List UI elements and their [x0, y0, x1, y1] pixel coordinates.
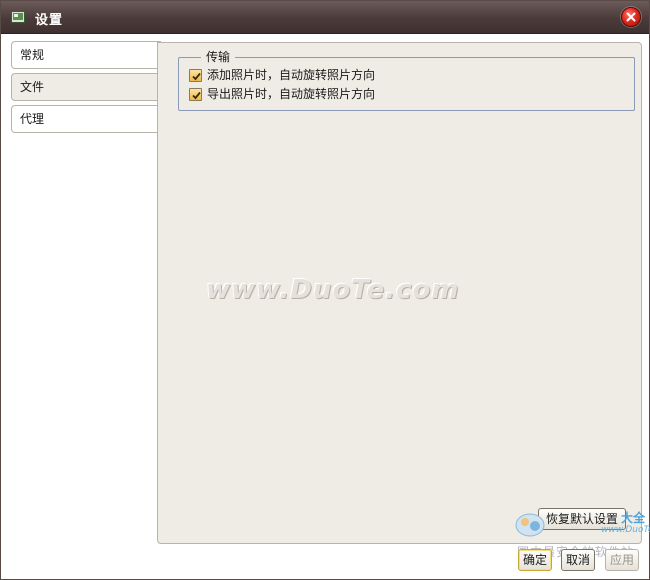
sidebar-item-label: 代理 [20, 112, 45, 126]
rotate-on-export-checkbox[interactable] [189, 87, 202, 101]
logo-text-url: www.DuoTe.com [601, 525, 650, 535]
sidebar-item-label: 常规 [20, 48, 45, 62]
apply-button[interactable]: 应用 [605, 549, 639, 571]
sidebar-item-label: 文件 [20, 80, 45, 94]
cancel-button[interactable]: 取消 [561, 549, 595, 571]
ok-button[interactable]: 确定 [518, 549, 552, 571]
close-button[interactable] [621, 7, 641, 27]
rotate-on-export-label: 导出照片时，自动旋转照片方向 [207, 87, 376, 101]
sidebar-item-general[interactable]: 常规 [11, 41, 161, 69]
close-icon [626, 12, 636, 22]
checkmark-icon [192, 91, 201, 99]
window-title: 设置 [35, 13, 64, 28]
groupbox-title: 传输 [201, 50, 236, 64]
checkmark-icon [192, 72, 201, 80]
title-bar[interactable]: 设置 [1, 1, 649, 34]
rotate-on-export-option[interactable]: 导出照片时，自动旋转照片方向 [189, 86, 375, 102]
app-icon [11, 11, 25, 23]
transfer-groupbox: 传输 添加照片时，自动旋转照片方向 导出照片时，自动旋转照片方向 [178, 50, 635, 111]
site-logo-icon [515, 513, 545, 537]
settings-window: 设置 常规 文件 代理 传输 添加照片时，自动旋转照片方向 导出照片时，自动旋转… [0, 0, 650, 580]
rotate-on-add-option[interactable]: 添加照片时，自动旋转照片方向 [189, 67, 375, 83]
rotate-on-add-checkbox[interactable] [189, 68, 202, 82]
logo-text-primary: 大全 [621, 511, 646, 525]
watermark-text: www.DuoTe.com [206, 275, 460, 305]
rotate-on-add-label: 添加照片时，自动旋转照片方向 [207, 68, 376, 82]
settings-content-panel: 传输 添加照片时，自动旋转照片方向 导出照片时，自动旋转照片方向 www.Duo… [157, 42, 642, 544]
sidebar-item-proxy[interactable]: 代理 [11, 105, 161, 133]
sidebar-item-files[interactable]: 文件 [11, 73, 161, 101]
